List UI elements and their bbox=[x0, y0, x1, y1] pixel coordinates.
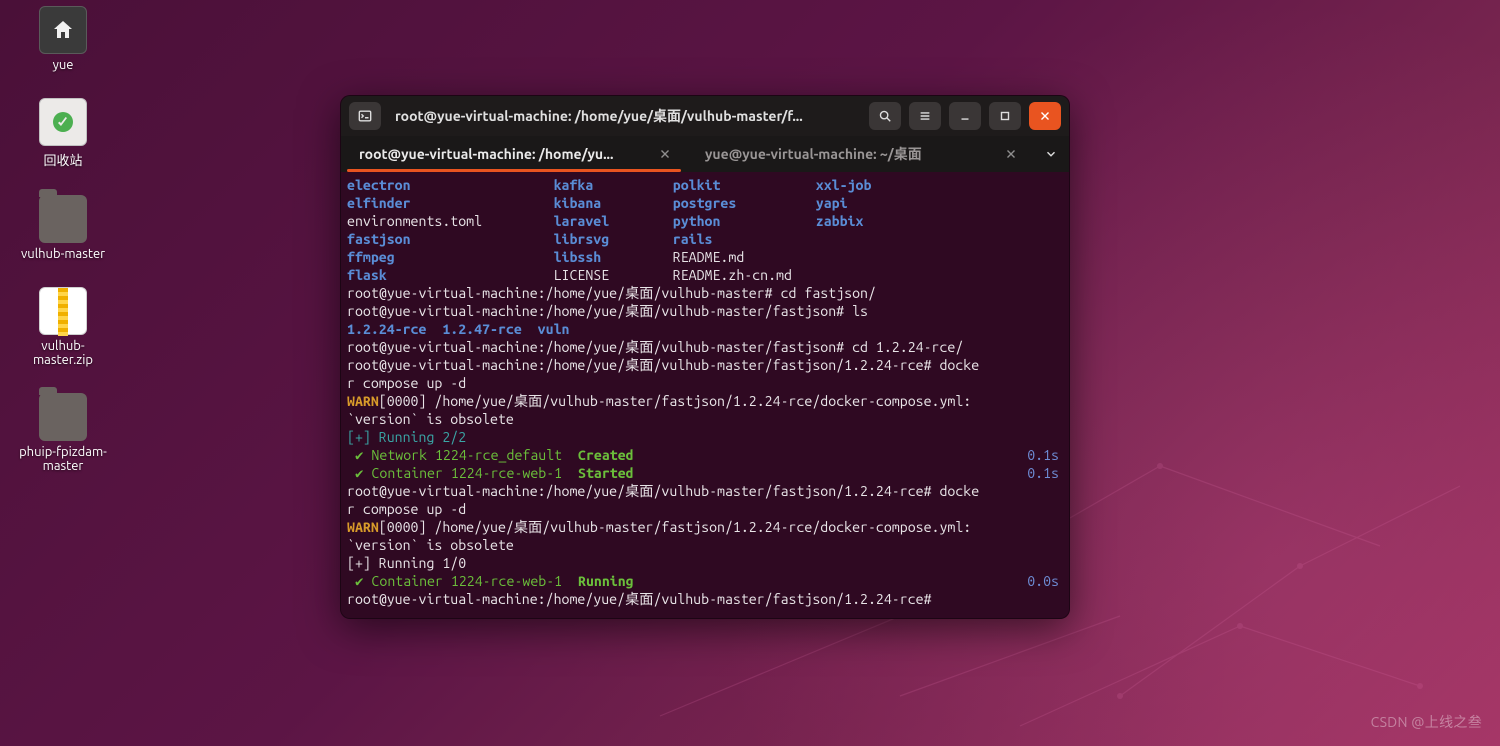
home-icon bbox=[39, 6, 87, 54]
tab-close-button[interactable] bbox=[657, 146, 673, 162]
close-icon bbox=[658, 147, 672, 161]
watermark: CSDN @上线之叁 bbox=[1371, 712, 1482, 732]
desktop-icon-label: 回收站 bbox=[43, 150, 82, 169]
desktop-icon-label: vulhub-master bbox=[21, 247, 105, 261]
tab-label: root@yue-virtual-machine: /home/yu... bbox=[359, 146, 649, 162]
desktop-icon-home[interactable]: yue bbox=[18, 6, 108, 72]
terminal-body[interactable]: electron kafka polkit xxl-job elfinder k… bbox=[341, 172, 1069, 618]
trash-icon bbox=[39, 98, 87, 146]
terminal-window: root@yue-virtual-machine: /home/yue/桌面/v… bbox=[340, 95, 1070, 619]
tab-root-terminal[interactable]: root@yue-virtual-machine: /home/yu... bbox=[341, 136, 687, 172]
new-tab-button[interactable] bbox=[349, 102, 381, 130]
hamburger-icon bbox=[918, 109, 932, 123]
tab-close-button[interactable] bbox=[1003, 146, 1019, 162]
maximize-button[interactable] bbox=[989, 102, 1021, 130]
desktop-icon-label: vulhub- master.zip bbox=[33, 339, 93, 367]
close-button[interactable] bbox=[1029, 102, 1061, 130]
minimize-button[interactable] bbox=[949, 102, 981, 130]
desktop-icon-folder-phuip[interactable]: phuip-fpizdam- master bbox=[18, 393, 108, 473]
tab-label: yue@yue-virtual-machine: ~/桌面 bbox=[705, 144, 995, 164]
window-title: root@yue-virtual-machine: /home/yue/桌面/v… bbox=[395, 106, 803, 126]
desktop-icon-label: yue bbox=[53, 58, 74, 72]
tab-dropdown-button[interactable] bbox=[1033, 136, 1069, 172]
minimize-icon bbox=[958, 109, 972, 123]
search-button[interactable] bbox=[869, 102, 901, 130]
close-icon bbox=[1004, 147, 1018, 161]
menu-button[interactable] bbox=[909, 102, 941, 130]
desktop-icons: yue 回收站 vulhub-master vulhub- master.zip… bbox=[18, 6, 108, 473]
desktop-icon-trash[interactable]: 回收站 bbox=[18, 98, 108, 169]
titlebar[interactable]: root@yue-virtual-machine: /home/yue/桌面/v… bbox=[341, 96, 1069, 136]
close-icon bbox=[1038, 109, 1052, 123]
desktop-icon-zip-vulhub[interactable]: vulhub- master.zip bbox=[18, 287, 108, 367]
tab-yue-terminal[interactable]: yue@yue-virtual-machine: ~/桌面 bbox=[687, 136, 1033, 172]
desktop-icon-label: phuip-fpizdam- master bbox=[19, 445, 107, 473]
desktop-icon-folder-vulhub[interactable]: vulhub-master bbox=[18, 195, 108, 261]
folder-icon bbox=[39, 393, 87, 441]
terminal-tab-icon bbox=[358, 109, 372, 123]
folder-icon bbox=[39, 195, 87, 243]
chevron-down-icon bbox=[1044, 147, 1058, 161]
maximize-icon bbox=[998, 109, 1012, 123]
zip-icon bbox=[39, 287, 87, 335]
search-icon bbox=[878, 109, 892, 123]
tabbar: root@yue-virtual-machine: /home/yu... yu… bbox=[341, 136, 1069, 172]
